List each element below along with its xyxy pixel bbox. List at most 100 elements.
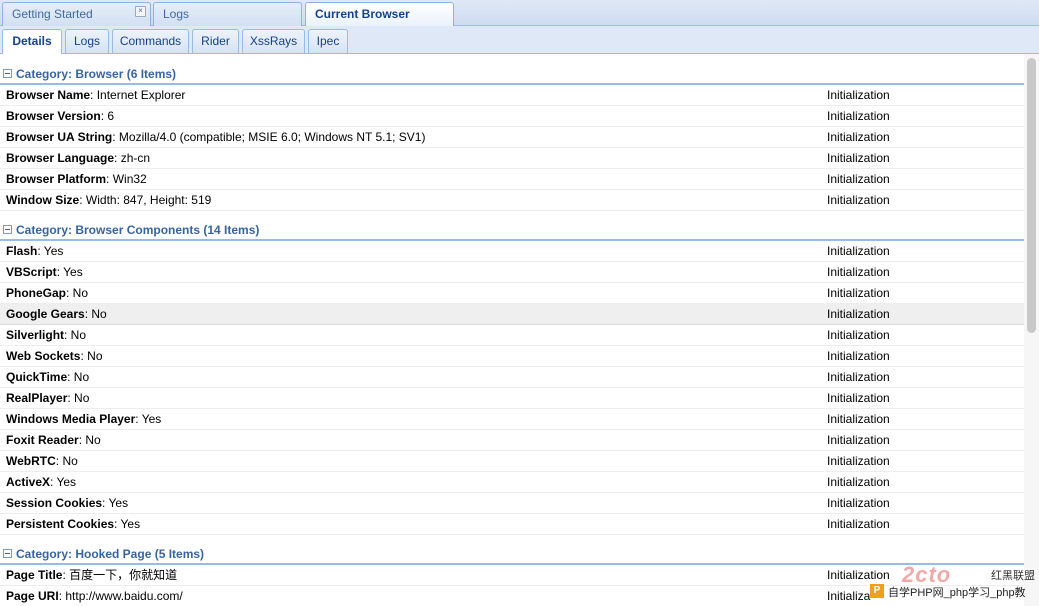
tab-getting-started[interactable]: Getting Started × bbox=[2, 2, 151, 26]
row-value: : Internet Explorer bbox=[90, 88, 186, 102]
row-key: Browser Platform bbox=[6, 172, 107, 186]
row-source: Initialization bbox=[827, 370, 890, 384]
table-row[interactable]: RealPlayer: No Initialization bbox=[0, 388, 1024, 409]
row-key: Browser Version bbox=[6, 109, 101, 123]
table-row[interactable]: Flash: Yes Initialization bbox=[0, 241, 1024, 262]
tab-current-browser-label: Current Browser bbox=[315, 7, 410, 21]
row-source: Initialization bbox=[827, 130, 890, 144]
row-source: Initialization bbox=[827, 412, 890, 426]
category-header-browser-components[interactable]: Category: Browser Components (14 Items) bbox=[0, 220, 1024, 241]
watermark-badge-icon: P bbox=[870, 584, 884, 598]
row-key: Page Title bbox=[6, 568, 63, 582]
row-key: RealPlayer bbox=[6, 391, 68, 405]
table-row[interactable]: Session Cookies: Yes Initialization bbox=[0, 493, 1024, 514]
table-row[interactable]: Browser UA String: Mozilla/4.0 (compatib… bbox=[0, 127, 1024, 148]
table-row-hovered[interactable]: Google Gears: No Initialization bbox=[0, 304, 1024, 325]
table-row[interactable]: Window Size: Width: 847, Height: 519 Ini… bbox=[0, 190, 1024, 211]
row-key: QuickTime bbox=[6, 370, 68, 384]
row-key: Persistent Cookies bbox=[6, 517, 115, 531]
tab-sub-logs[interactable]: Logs bbox=[65, 29, 109, 53]
tab-details[interactable]: Details bbox=[2, 29, 62, 54]
table-row[interactable]: PhoneGap: No Initialization bbox=[0, 283, 1024, 304]
table-row[interactable]: Persistent Cookies: Yes Initialization bbox=[0, 514, 1024, 535]
row-source: Initialization bbox=[827, 88, 890, 102]
watermark: 2cto 红黑联盟 P 自学PHP网_php学习_php教 bbox=[870, 562, 1039, 606]
vertical-scrollbar[interactable] bbox=[1024, 54, 1039, 606]
row-value: : No bbox=[66, 286, 89, 300]
tab-ipec[interactable]: Ipec bbox=[308, 29, 348, 53]
row-key: Browser Language bbox=[6, 151, 115, 165]
table-row[interactable]: Windows Media Player: Yes Initialization bbox=[0, 409, 1024, 430]
collapse-icon[interactable] bbox=[3, 225, 12, 234]
row-key: Browser Name bbox=[6, 88, 91, 102]
row-source: Initialization bbox=[827, 433, 890, 447]
row-value: : No bbox=[78, 433, 101, 447]
collapse-icon[interactable] bbox=[3, 69, 12, 78]
row-source: Initialization bbox=[827, 244, 890, 258]
collapse-icon[interactable] bbox=[3, 549, 12, 558]
table-row[interactable]: ActiveX: Yes Initialization bbox=[0, 472, 1024, 493]
row-key: ActiveX bbox=[6, 475, 51, 489]
row-key: Page URI bbox=[6, 589, 59, 603]
table-row[interactable]: Browser Language: zh-cn Initialization bbox=[0, 148, 1024, 169]
table-row[interactable]: VBScript: Yes Initialization bbox=[0, 262, 1024, 283]
row-key: WebRTC bbox=[6, 454, 56, 468]
table-row[interactable]: WebRTC: No Initialization bbox=[0, 451, 1024, 472]
row-source: Initialization bbox=[827, 328, 890, 342]
row-key: Browser UA String bbox=[6, 130, 113, 144]
table-row[interactable]: QuickTime: No Initialization bbox=[0, 367, 1024, 388]
table-row[interactable]: Browser Platform: Win32 Initialization bbox=[0, 169, 1024, 190]
row-value: : 百度一下，你就知道 bbox=[62, 568, 178, 582]
row-value: : No bbox=[67, 370, 90, 384]
table-row[interactable]: Web Sockets: No Initialization bbox=[0, 346, 1024, 367]
tab-commands[interactable]: Commands bbox=[112, 29, 189, 53]
row-value: : No bbox=[84, 307, 107, 321]
row-source: Initialization bbox=[827, 172, 890, 186]
row-key: Flash bbox=[6, 244, 38, 258]
tab-rider-label: Rider bbox=[201, 34, 230, 48]
row-value: : Yes bbox=[50, 475, 77, 489]
row-key: Foxit Reader bbox=[6, 433, 79, 447]
watermark-line2: 自学PHP网_php学习_php教 bbox=[888, 587, 1026, 599]
row-source: Initialization bbox=[827, 109, 890, 123]
table-row[interactable]: Silverlight: No Initialization bbox=[0, 325, 1024, 346]
details-panel: Category: Browser (6 Items) Browser Name… bbox=[0, 54, 1024, 606]
row-source: Initialization bbox=[827, 349, 890, 363]
category-title: Category: Browser (6 Items) bbox=[16, 67, 177, 81]
tab-rider[interactable]: Rider bbox=[192, 29, 239, 53]
row-source: Initialization bbox=[827, 193, 890, 207]
close-icon[interactable]: × bbox=[135, 6, 146, 17]
tab-ipec-label: Ipec bbox=[316, 34, 340, 48]
tab-sub-logs-label: Logs bbox=[73, 34, 101, 48]
row-source: Initialization bbox=[827, 517, 890, 531]
row-source: Initialization bbox=[827, 286, 890, 300]
table-row[interactable]: Browser Version: 6 Initialization bbox=[0, 106, 1024, 127]
row-source: Initialization bbox=[827, 454, 890, 468]
scrollbar-thumb[interactable] bbox=[1027, 58, 1036, 333]
row-value: : Win32 bbox=[106, 172, 147, 186]
row-source: Initialization bbox=[827, 265, 890, 279]
tab-logs[interactable]: Logs bbox=[153, 2, 302, 26]
row-key: Web Sockets bbox=[6, 349, 81, 363]
row-value: : No bbox=[55, 454, 78, 468]
tab-getting-started-label: Getting Started bbox=[12, 7, 93, 21]
tab-details-label: Details bbox=[12, 34, 52, 48]
table-row[interactable]: Browser Name: Internet Explorer Initiali… bbox=[0, 85, 1024, 106]
row-source: Initialization bbox=[827, 475, 890, 489]
row-value: : Width: 847, Height: 519 bbox=[79, 193, 212, 207]
tab-commands-label: Commands bbox=[119, 34, 182, 48]
row-source: Initialization bbox=[827, 496, 890, 510]
row-key: Session Cookies bbox=[6, 496, 103, 510]
watermark-line1: 红黑联盟 bbox=[991, 570, 1035, 582]
category-title: Category: Hooked Page (5 Items) bbox=[16, 547, 205, 561]
top-tab-bar: Getting Started × Logs Current Browser bbox=[0, 0, 1039, 27]
table-row[interactable]: Foxit Reader: No Initialization bbox=[0, 430, 1024, 451]
row-source: Initialization bbox=[827, 307, 890, 321]
tab-current-browser[interactable]: Current Browser bbox=[305, 2, 454, 27]
row-value: : http://www.baidu.com/ bbox=[58, 589, 183, 603]
row-value: : 6 bbox=[100, 109, 115, 123]
row-value: : No bbox=[67, 391, 90, 405]
tab-xssrays[interactable]: XssRays bbox=[242, 29, 305, 53]
category-header-browser[interactable]: Category: Browser (6 Items) bbox=[0, 64, 1024, 85]
row-source: Initializa bbox=[827, 589, 871, 603]
